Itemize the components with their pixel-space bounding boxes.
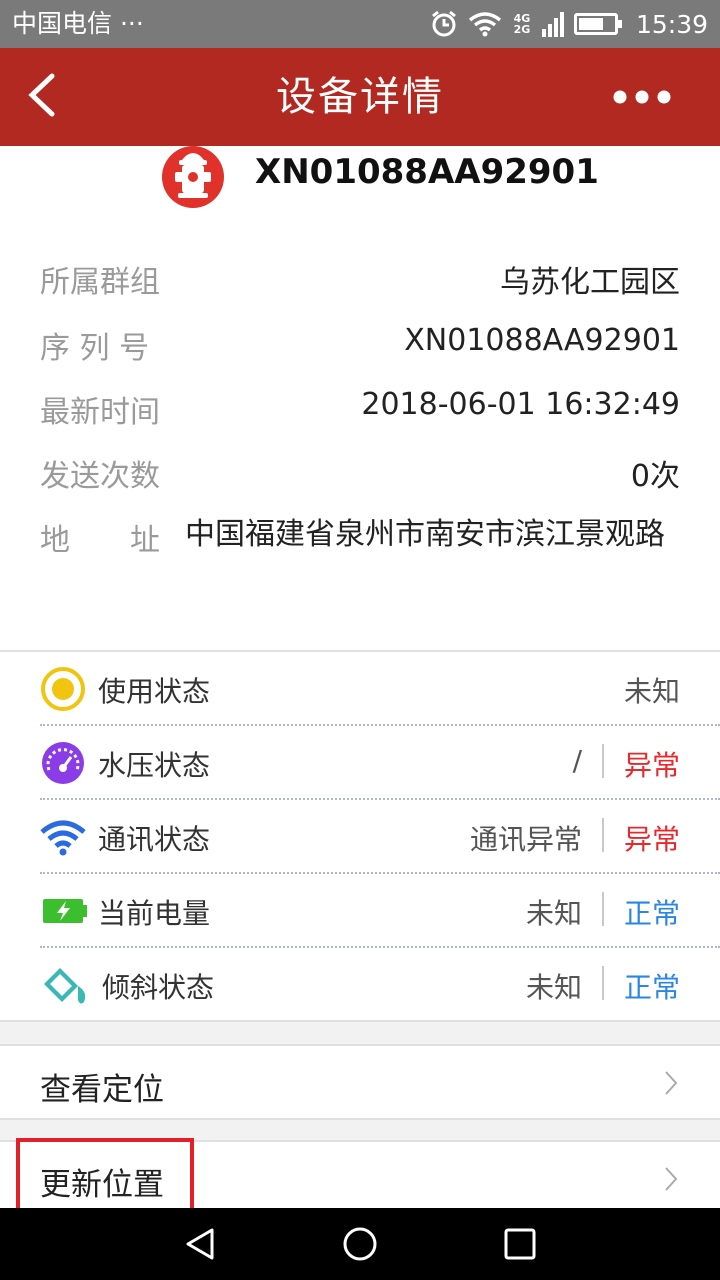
separator [602, 966, 604, 1000]
signal-bars-icon [541, 12, 564, 37]
count-label: 发送次数 [40, 459, 160, 494]
address-label: 地 址 [40, 523, 160, 558]
tilt-status-value: 未知 [525, 971, 582, 1004]
back-triangle-icon[interactable] [182, 1226, 218, 1262]
battery-status-row: 当前电量 未知 正常 [40, 874, 720, 948]
status-bar: 中国电信 ··· 4G 2G 15:39 [0, 0, 720, 48]
carrier-label: 中国电信 ··· [12, 9, 144, 38]
view-location-label: 查看定位 [40, 1072, 164, 1108]
wifi-signal-icon [40, 820, 86, 856]
usage-status-icon [41, 667, 85, 711]
device-header: XN01088AA92901 [0, 146, 720, 226]
comm-status-state: 异常 [623, 823, 680, 856]
tilt-bucket-icon [44, 968, 86, 1004]
time-label: 最新时间 [40, 395, 160, 430]
battery-status-label: 当前电量 [98, 897, 211, 930]
battery-fill [578, 18, 603, 30]
comm-status-row: 通讯状态 通讯异常 异常 [40, 800, 720, 874]
home-circle-icon[interactable] [342, 1226, 378, 1262]
title-bar: 设备详情 [0, 48, 720, 146]
battery-status-value: 未知 [525, 897, 582, 930]
pressure-status-label: 水压状态 [98, 749, 211, 782]
tilt-status-state: 正常 [623, 971, 680, 1004]
comm-status-label: 通讯状态 [98, 823, 211, 856]
system-nav-bar [0, 1208, 720, 1280]
separator [602, 892, 604, 926]
usage-status-value: 未知 [623, 675, 680, 708]
wifi-status-icon [468, 12, 502, 37]
battery-icon [573, 13, 622, 35]
group-value: 乌苏化工园区 [500, 265, 680, 300]
more-dots-icon [613, 90, 671, 104]
comm-status-value: 通讯异常 [469, 823, 582, 856]
usage-status-row: 使用状态 未知 [40, 652, 720, 726]
battery-charge-icon [43, 899, 87, 923]
clock: 15:39 [635, 9, 708, 39]
highlight-box [16, 1138, 194, 1216]
pressure-status-value: / [572, 744, 582, 777]
count-value: 0次 [630, 459, 680, 494]
alarm-clock-icon [432, 10, 456, 37]
pressure-status-row: 水压状态 / 异常 [40, 726, 720, 800]
tilt-status-row: 倾斜状态 未知 正常 [40, 948, 720, 1022]
pressure-gauge-icon [42, 742, 84, 784]
separator [602, 744, 604, 778]
section-gap [0, 1020, 720, 1044]
group-label: 所属群组 [40, 265, 160, 300]
tilt-status-label: 倾斜状态 [102, 971, 215, 1004]
address-value: 中国福建省泉州市南安市滨江景观路 [185, 517, 665, 552]
separator [602, 818, 604, 852]
battery-status-state: 正常 [623, 897, 680, 930]
section-gap [0, 1118, 720, 1140]
recent-apps-icon[interactable] [502, 1226, 538, 1262]
serial-value: XN01088AA92901 [404, 323, 680, 358]
usage-status-label: 使用状态 [98, 675, 211, 708]
network-type: 4G 2G [513, 12, 531, 36]
device-id: XN01088AA92901 [255, 152, 599, 192]
chevron-right-icon [665, 1071, 678, 1095]
view-location-item[interactable]: 查看定位 [0, 1044, 720, 1118]
fire-hydrant-icon [162, 146, 224, 208]
serial-label: 序 列 号 [40, 331, 150, 366]
time-value: 2018-06-01 16:32:49 [361, 387, 680, 422]
pressure-status-state: 异常 [623, 749, 680, 782]
more-options-button[interactable] [612, 86, 672, 108]
chevron-right-icon [665, 1167, 678, 1191]
